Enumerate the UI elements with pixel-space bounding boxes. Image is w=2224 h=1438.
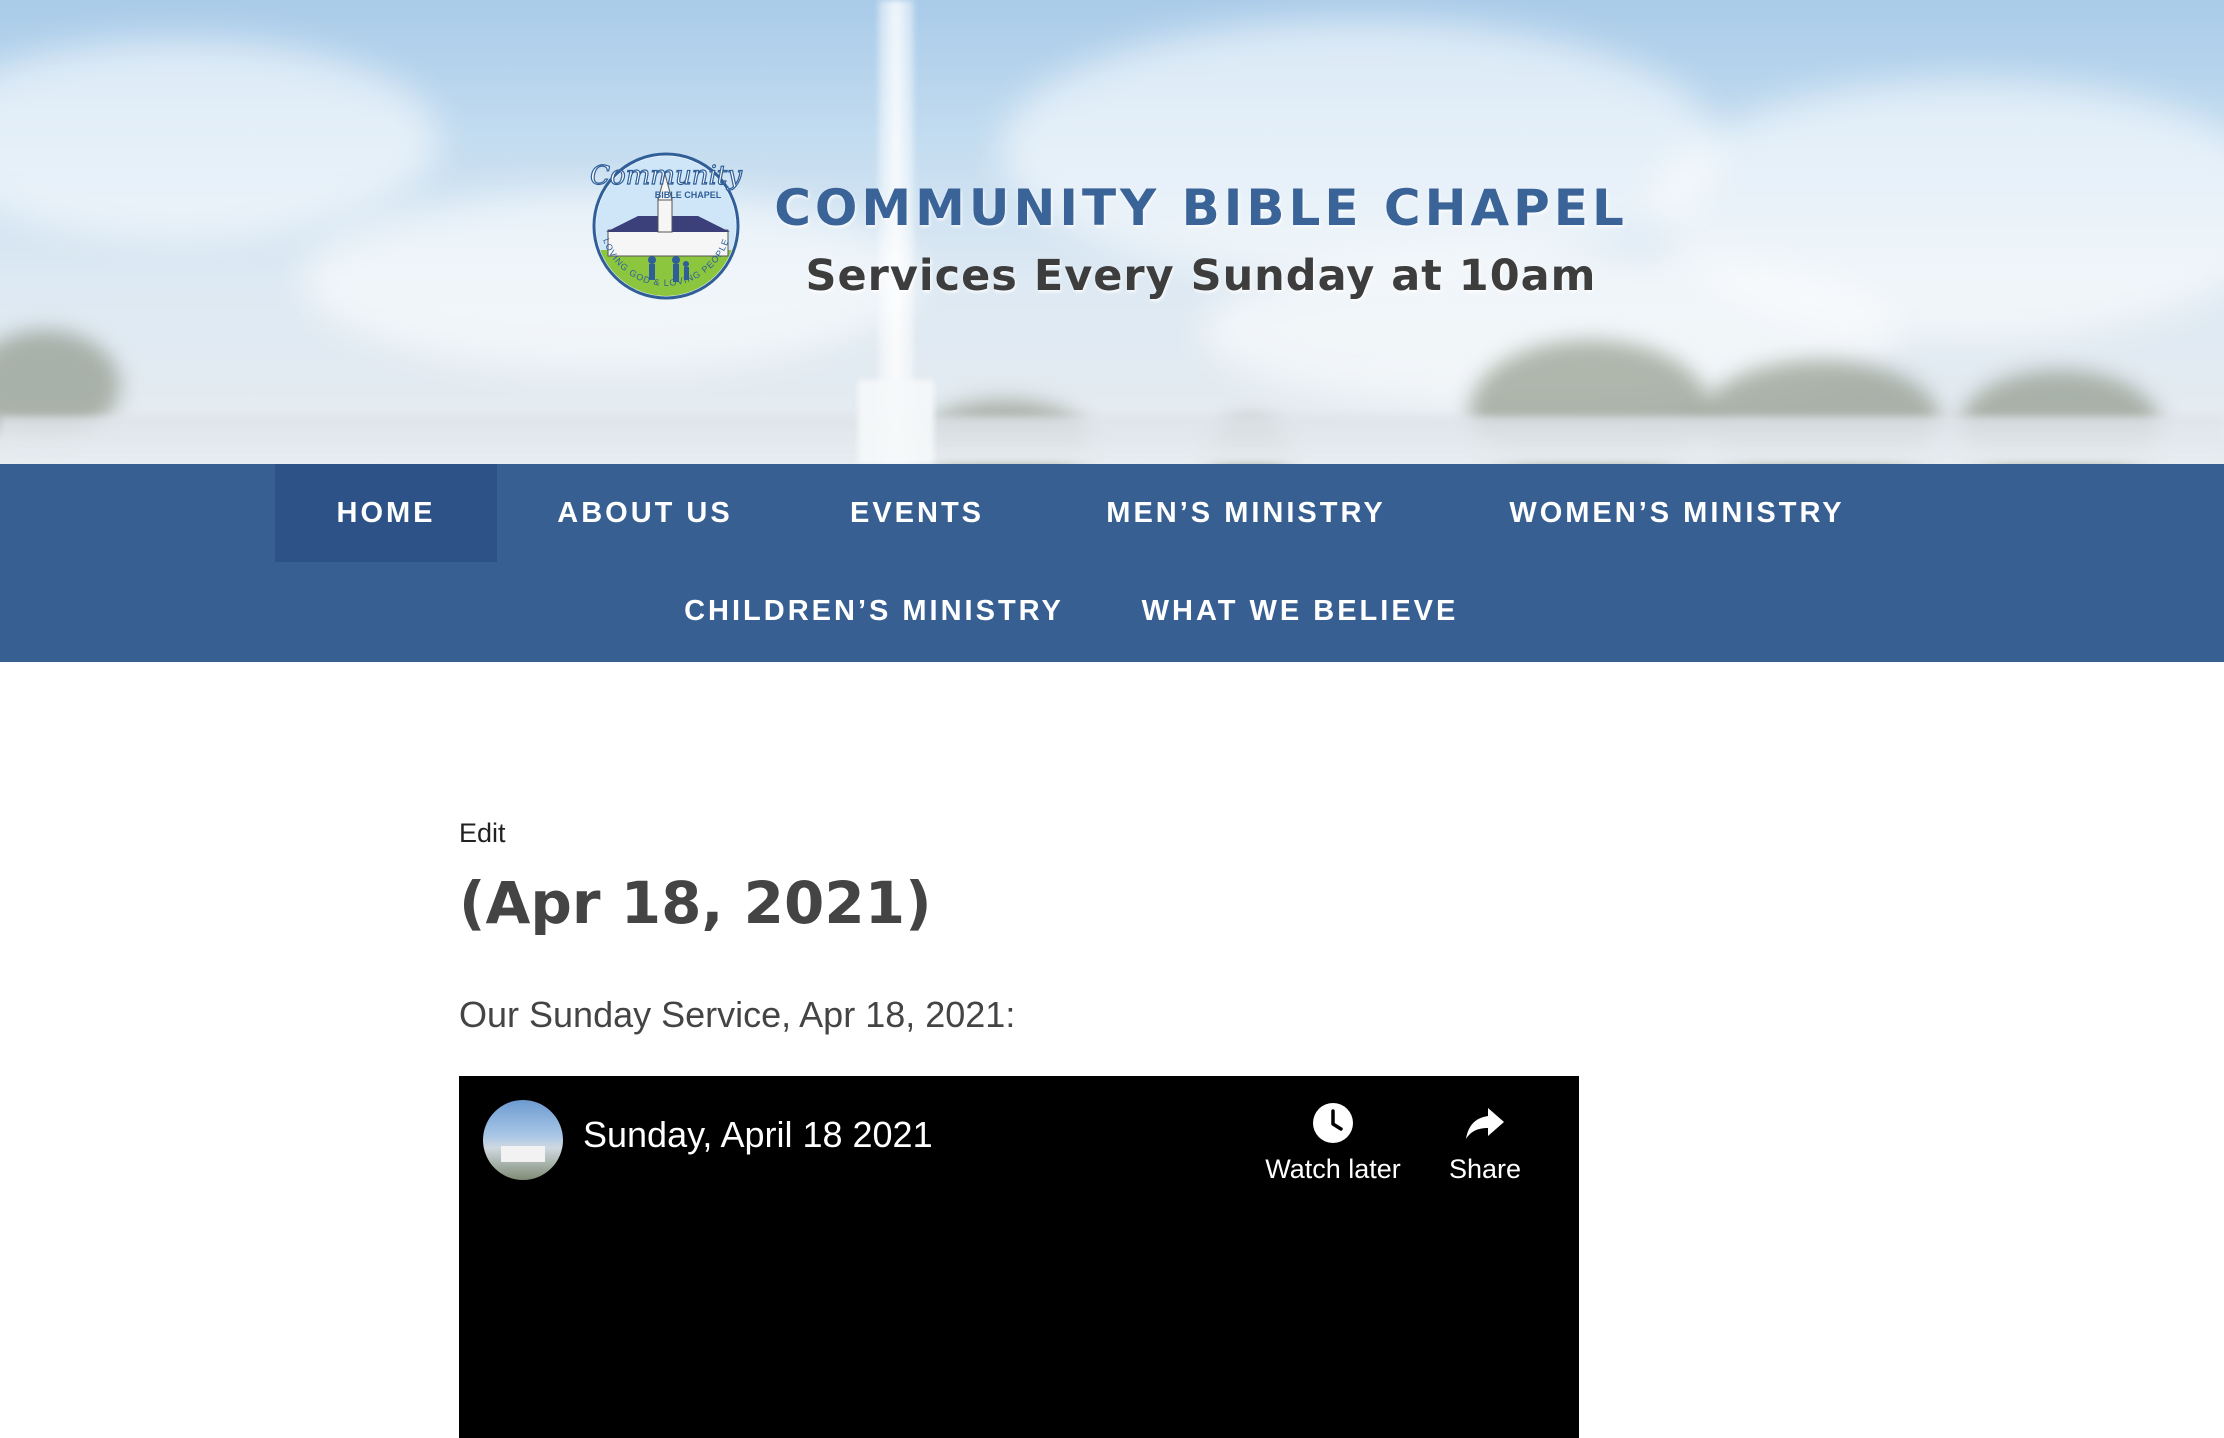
nav-item-mens-ministry[interactable]: MEN’S MINISTRY xyxy=(1041,464,1451,562)
share-button[interactable]: Share xyxy=(1423,1100,1547,1185)
header-hero: Community BIBLE CHAPEL LOVING GOD & LOVI… xyxy=(0,0,2224,464)
logo-subtitle: BIBLE CHAPEL xyxy=(655,190,722,200)
share-arrow-icon xyxy=(1466,1108,1504,1139)
site-tagline: Services Every Sunday at 10am xyxy=(805,251,1597,301)
avatar-building xyxy=(501,1146,545,1162)
share-label: Share xyxy=(1448,1154,1522,1184)
watch-later-button[interactable]: Watch later xyxy=(1259,1100,1407,1185)
edit-link[interactable]: Edit xyxy=(459,818,506,849)
watch-later-label: Watch later xyxy=(1265,1154,1401,1184)
hero-cloud xyxy=(1000,20,1720,280)
church-logo[interactable]: Community BIBLE CHAPEL LOVING GOD & LOVI… xyxy=(588,150,744,310)
video-title[interactable]: Sunday, April 18 2021 xyxy=(583,1114,933,1156)
main-navigation: HOME ABOUT US EVENTS MEN’S MINISTRY WOME… xyxy=(0,464,2224,662)
nav-item-womens-ministry[interactable]: WOMEN’S MINISTRY xyxy=(1451,464,1903,562)
nav-item-about-us[interactable]: ABOUT US xyxy=(497,464,793,562)
hero-cloud xyxy=(0,40,440,240)
nav-item-childrens-ministry[interactable]: CHILDREN’S MINISTRY xyxy=(642,562,1106,660)
post-title: (Apr 18, 2021) xyxy=(459,869,932,937)
nav-item-events[interactable]: EVENTS xyxy=(793,464,1041,562)
hero-ground xyxy=(0,416,2224,464)
nav-item-what-we-believe[interactable]: WHAT WE BELIEVE xyxy=(1106,562,1494,660)
nav-item-home[interactable]: HOME xyxy=(275,464,497,562)
logo-wordmark: Community xyxy=(590,161,742,191)
post-intro: Our Sunday Service, Apr 18, 2021: xyxy=(459,994,1016,1035)
clock-icon xyxy=(1313,1103,1353,1143)
channel-avatar[interactable] xyxy=(483,1100,563,1180)
site-title[interactable]: COMMUNITY BIBLE CHAPEL xyxy=(760,176,1642,240)
video-player[interactable]: Sunday, April 18 2021 Watch later Share xyxy=(459,1076,1579,1438)
hero-steeple-base xyxy=(858,380,934,464)
